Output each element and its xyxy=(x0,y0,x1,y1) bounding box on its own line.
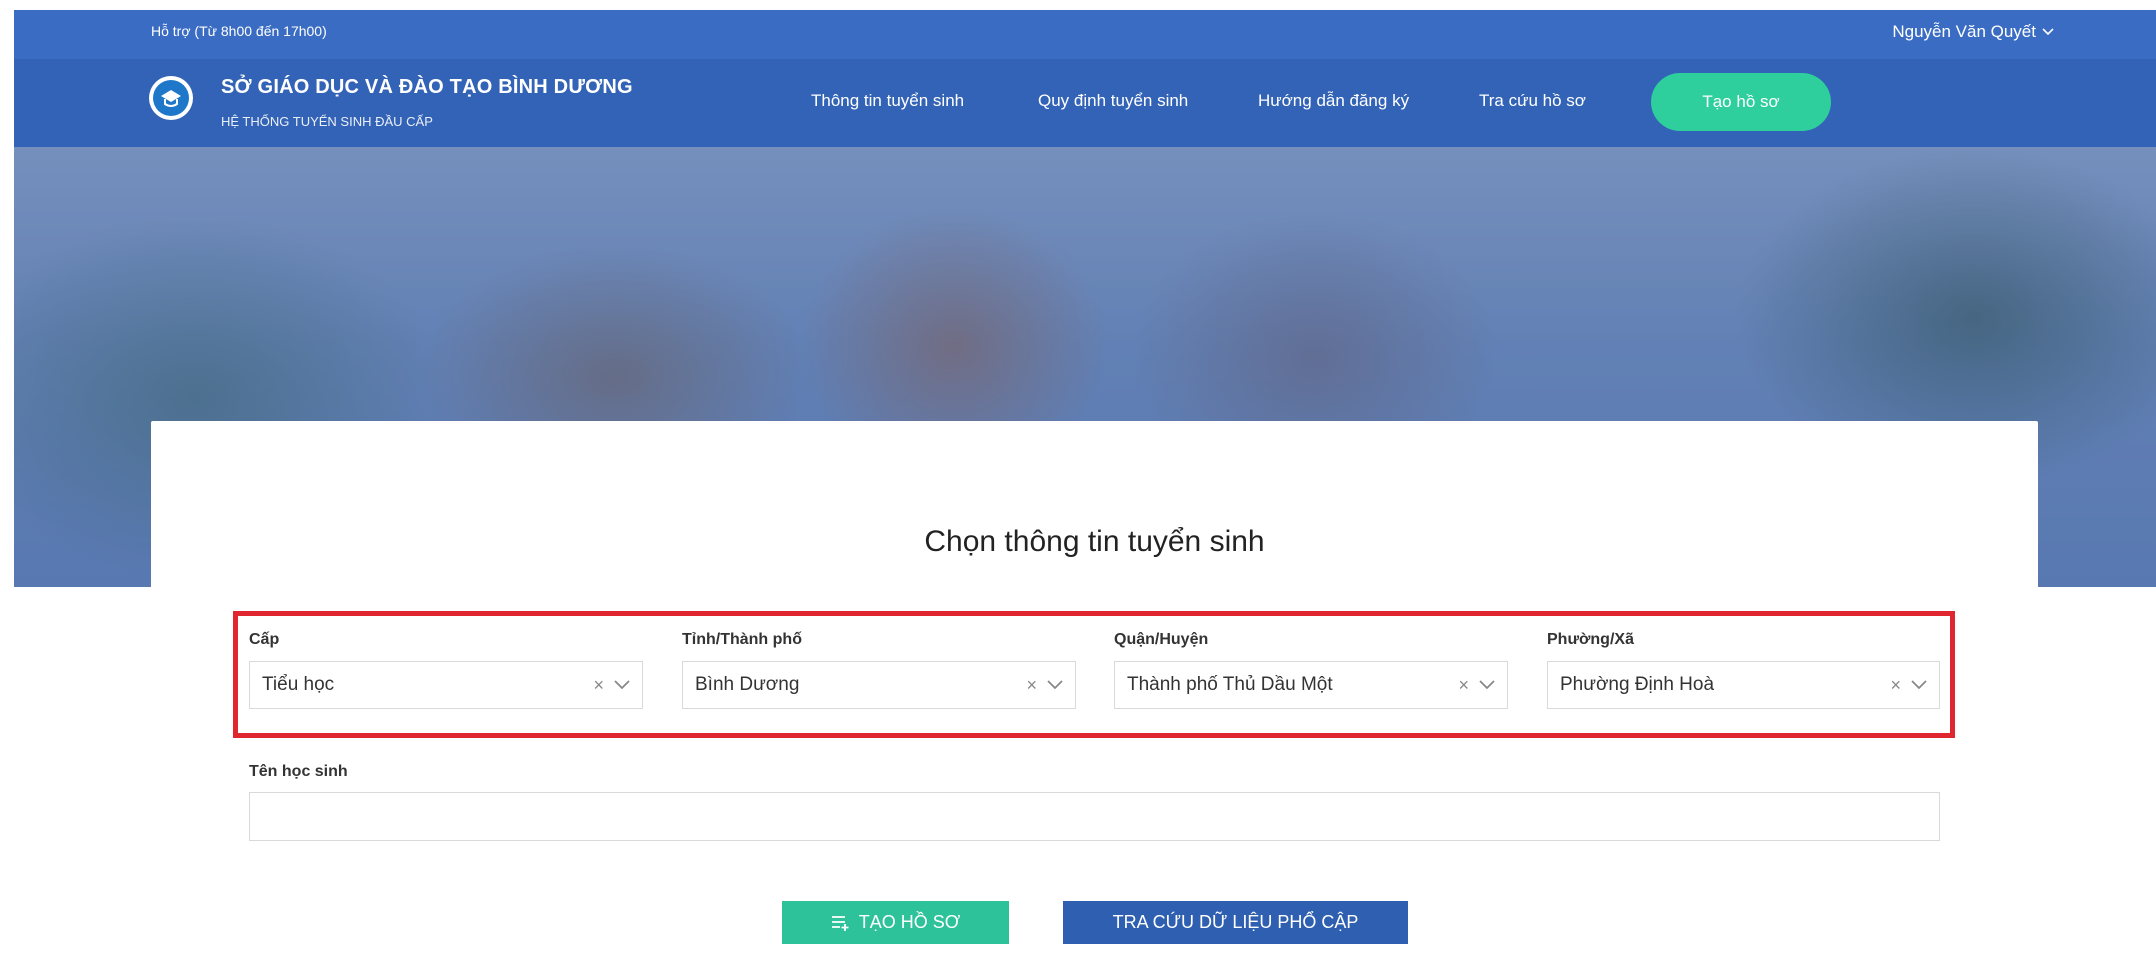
page: Hỗ trợ (Từ 8h00 đến 17h00) Nguyễn Văn Qu… xyxy=(0,0,2156,979)
level-select[interactable]: Tiểu học × xyxy=(249,661,643,709)
support-hours-text: Hỗ trợ (Từ 8h00 đến 17h00) xyxy=(151,23,327,39)
school-emblem-icon[interactable] xyxy=(149,76,193,120)
create-profile-nav-button[interactable]: Tạo hồ sơ xyxy=(1651,73,1831,131)
nav-registration-guide[interactable]: Hướng dẫn đăng ký xyxy=(1258,91,1409,111)
create-profile-button[interactable]: TẠO HỒ SƠ xyxy=(782,901,1009,944)
create-profile-button-label: TẠO HỒ SƠ xyxy=(858,912,961,932)
main-navbar: SỞ GIÁO DỤC VÀ ĐÀO TẠO BÌNH DƯƠNG HỆ THỐ… xyxy=(14,59,2156,147)
clear-x-icon[interactable]: × xyxy=(593,675,604,696)
lookup-button-label: TRA CỨU DỮ LIỆU PHỔ CẬP xyxy=(1112,912,1359,932)
level-value: Tiểu học xyxy=(262,674,335,695)
province-select[interactable]: Bình Dương × xyxy=(682,661,1076,709)
chevron-down-icon[interactable] xyxy=(1911,680,1927,690)
district-label: Quận/Huyện xyxy=(1114,631,1209,648)
nav-admission-info[interactable]: Thông tin tuyển sinh xyxy=(811,91,964,111)
clear-x-icon[interactable]: × xyxy=(1890,675,1901,696)
district-select[interactable]: Thành phố Thủ Dầu Một × xyxy=(1114,661,1508,709)
clear-x-icon[interactable]: × xyxy=(1026,675,1037,696)
clear-x-icon[interactable]: × xyxy=(1458,675,1469,696)
student-name-input[interactable] xyxy=(249,792,1940,841)
brand-subtitle: HỆ THỐNG TUYỂN SINH ĐẦU CẤP xyxy=(221,114,433,129)
admission-form-card: Chọn thông tin tuyển sinh Cấp Tiểu học ×… xyxy=(151,421,2038,979)
user-menu[interactable]: Nguyễn Văn Quyết xyxy=(1892,22,2054,42)
brand-title[interactable]: SỞ GIÁO DỤC VÀ ĐÀO TẠO BÌNH DƯƠNG xyxy=(221,76,633,99)
student-name-label: Tên học sinh xyxy=(249,763,348,780)
district-value: Thành phố Thủ Dầu Một xyxy=(1127,674,1333,695)
level-label: Cấp xyxy=(249,631,280,648)
ward-label: Phường/Xã xyxy=(1547,631,1634,648)
user-name: Nguyễn Văn Quyết xyxy=(1892,22,2036,41)
chevron-down-icon xyxy=(2042,28,2054,36)
province-value: Bình Dương xyxy=(695,674,800,695)
chevron-down-icon[interactable] xyxy=(614,680,630,690)
nav-admission-rules[interactable]: Quy định tuyển sinh xyxy=(1038,91,1188,111)
lookup-universal-data-button[interactable]: TRA CỨU DỮ LIỆU PHỔ CẬP xyxy=(1063,901,1408,944)
left-margin xyxy=(0,0,14,979)
form-title: Chọn thông tin tuyển sinh xyxy=(924,525,1265,558)
nav-profile-lookup[interactable]: Tra cứu hồ sơ xyxy=(1479,91,1586,111)
province-label: Tỉnh/Thành phố xyxy=(682,631,802,648)
chevron-down-icon[interactable] xyxy=(1047,680,1063,690)
ward-value: Phường Định Hoà xyxy=(1560,674,1715,695)
support-bar: Hỗ trợ (Từ 8h00 đến 17h00) Nguyễn Văn Qu… xyxy=(14,10,2156,59)
list-add-icon xyxy=(831,915,849,931)
chevron-down-icon[interactable] xyxy=(1479,680,1495,690)
ward-select[interactable]: Phường Định Hoà × xyxy=(1547,661,1940,709)
